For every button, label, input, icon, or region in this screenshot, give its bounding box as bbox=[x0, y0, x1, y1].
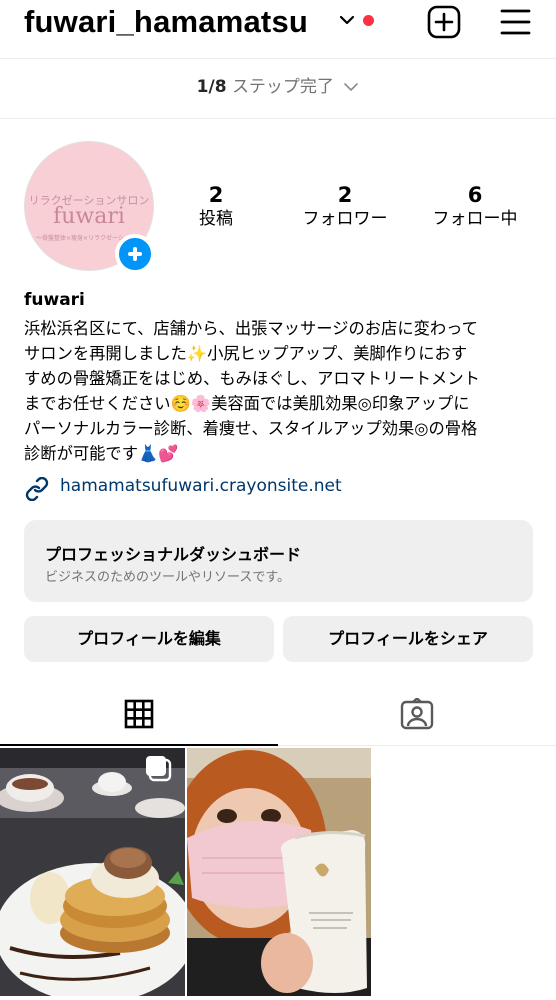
tab-tagged[interactable] bbox=[278, 690, 556, 746]
profile-link-text[interactable]: hamamatsufuwari.crayonsite.net bbox=[60, 476, 342, 496]
chevron-down-icon[interactable] bbox=[339, 12, 355, 28]
post-thumbnail-1[interactable] bbox=[0, 748, 185, 996]
stat-posts[interactable]: 2 投稿 bbox=[176, 182, 256, 230]
steps-progress: 1/8 bbox=[196, 77, 227, 97]
post-thumbnail-2[interactable] bbox=[187, 748, 371, 996]
profile-name: fuwari bbox=[24, 290, 85, 310]
stat-followers-label: フォロワー bbox=[302, 209, 388, 229]
top-header: fuwari_hamamatsu bbox=[0, 0, 556, 50]
dashboard-title: プロフェッショナルダッシュボード bbox=[45, 545, 302, 564]
selfie-photo bbox=[187, 748, 371, 996]
stat-posts-count: 2 bbox=[208, 183, 224, 207]
grid-icon bbox=[124, 699, 154, 729]
active-tab-indicator bbox=[0, 744, 278, 746]
chevron-down-icon bbox=[344, 83, 359, 91]
dashboard-subtitle: ビジネスのためのツールやリソースです。 bbox=[45, 570, 291, 585]
stat-posts-label: 投稿 bbox=[199, 209, 233, 229]
notification-dot bbox=[363, 15, 374, 26]
steps-label: ステップ完了 bbox=[231, 77, 334, 97]
stat-followers-count: 2 bbox=[337, 183, 353, 207]
steps-divider bbox=[0, 118, 556, 119]
account-username[interactable]: fuwari_hamamatsu bbox=[24, 4, 308, 40]
add-story-icon[interactable] bbox=[115, 234, 155, 274]
stat-following-label: フォロー中 bbox=[432, 209, 518, 229]
stat-following-count: 6 bbox=[467, 183, 483, 207]
professional-dashboard-card[interactable]: プロフェッショナルダッシュボード ビジネスのためのツールやリソースです。 bbox=[24, 520, 533, 602]
edit-profile-button[interactable]: プロフィールを編集 bbox=[24, 616, 274, 662]
create-post-icon[interactable] bbox=[427, 5, 461, 39]
profile-bio: 浜松浜名区にて、店舗から、出張マッサージのお店に変わって サロンを再開しました✨… bbox=[24, 319, 480, 463]
link-icon bbox=[25, 477, 49, 501]
header-divider bbox=[0, 58, 556, 59]
stat-following[interactable]: 6 フォロー中 bbox=[424, 182, 526, 230]
avatar-logo-line2: fuwari bbox=[53, 204, 125, 229]
tagged-icon bbox=[400, 698, 434, 730]
menu-icon[interactable] bbox=[499, 7, 532, 37]
stat-followers[interactable]: 2 フォロワー bbox=[294, 182, 396, 230]
share-profile-button[interactable]: プロフィールをシェア bbox=[283, 616, 533, 662]
tab-posts-grid[interactable] bbox=[0, 690, 278, 746]
pancake-photo bbox=[0, 748, 185, 996]
setup-steps[interactable]: 1/8 ステップ完了 bbox=[0, 72, 556, 97]
